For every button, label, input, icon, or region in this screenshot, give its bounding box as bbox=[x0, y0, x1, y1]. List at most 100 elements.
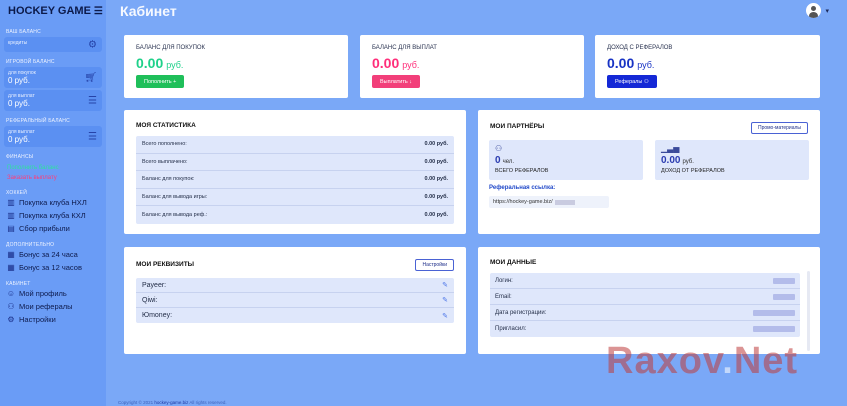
bar-chart-icon: ▁▃▅ bbox=[661, 144, 680, 153]
footer-rights: All rights reserved. bbox=[189, 400, 227, 405]
table-row: Qiwi: ✎ bbox=[136, 293, 454, 308]
balance-title: доход с рефералов bbox=[607, 45, 673, 51]
row-label: Дата регистрации: bbox=[495, 309, 547, 316]
watermark-part: . bbox=[722, 340, 734, 382]
top-bar: Кабинет ▾ bbox=[106, 0, 847, 24]
table-row: Пригласил: bbox=[490, 321, 800, 337]
ref-balance-value: 0 руб. bbox=[8, 135, 30, 144]
nav-item-bonus-12[interactable]: ▦ Бонус за 12 часов bbox=[0, 261, 106, 274]
gear-icon: ⚙ bbox=[88, 39, 97, 50]
redacted-mark bbox=[554, 199, 575, 205]
balance-currency: руб. bbox=[637, 60, 655, 70]
withdraw-button[interactable]: Выплатить ↓ bbox=[372, 75, 421, 88]
sidebar: HOCKEY GAME ☰ ваш баланс кредиты ⚙ игров… bbox=[0, 0, 106, 406]
database-icon: ☰ bbox=[88, 131, 97, 142]
balance-amount: 0.00 руб. bbox=[607, 55, 654, 71]
row-value: 0.00 руб. bbox=[424, 211, 448, 218]
referral-income-label: доход от рефералов bbox=[661, 168, 725, 174]
table-row: Payeer: ✎ bbox=[136, 278, 454, 293]
row-value: 0.00 руб. bbox=[424, 141, 448, 148]
nav-item-nhl[interactable]: ▥ Покупка клуба НХЛ bbox=[0, 196, 106, 209]
watermark-part: Net bbox=[733, 340, 799, 382]
topup-link[interactable]: Пополнить баланс bbox=[0, 163, 106, 173]
row-label: Qiwi: bbox=[142, 296, 158, 304]
table-row: Логин: bbox=[490, 273, 800, 289]
user-menu[interactable]: ▾ bbox=[806, 3, 829, 18]
section-title: мои данные bbox=[490, 259, 537, 266]
edit-icon[interactable]: ✎ bbox=[442, 296, 448, 304]
withdraw-balance-value: 0 руб. bbox=[8, 99, 30, 108]
section-title: моя статистика bbox=[136, 122, 196, 129]
user-icon: ☺ bbox=[6, 289, 16, 298]
nav-item-khl[interactable]: ▥ Покупка клуба КХЛ bbox=[0, 209, 106, 222]
settings-button[interactable]: Настройки bbox=[415, 259, 454, 271]
balance-card-buy: баланс для покупок 0.00 руб. Пополнить + bbox=[124, 35, 348, 98]
footer: Copyright © 2021 hockey-game.biz All rig… bbox=[118, 400, 227, 405]
topup-button[interactable]: Пополнить + bbox=[136, 75, 185, 88]
footer-site-link[interactable]: hockey-game.biz bbox=[154, 400, 188, 405]
redacted-mark bbox=[773, 293, 795, 300]
section-ref-balance: реферальный баланс bbox=[6, 118, 70, 124]
nav-item-label: Мой профиль bbox=[19, 289, 67, 298]
referral-count-label: всего рефералов bbox=[495, 168, 549, 174]
nav-item-label: Бонус за 12 часов bbox=[19, 263, 82, 272]
stats-card: моя статистика Всего пополнено: 0.00 руб… bbox=[124, 110, 466, 234]
row-value: 0.00 руб. bbox=[424, 193, 448, 200]
referral-link-field[interactable]: https://hockey-game.biz/ bbox=[489, 196, 609, 208]
footer-copyright: Copyright © 2021 bbox=[118, 400, 154, 405]
referral-count-box: ⚇ 0 чел. всего рефералов bbox=[489, 140, 643, 180]
referral-count: 0 чел. bbox=[495, 155, 514, 166]
edit-icon[interactable]: ✎ bbox=[442, 312, 448, 320]
row-label: Всего пополнено: bbox=[142, 141, 187, 148]
referral-income-value: 0.00 bbox=[661, 155, 681, 166]
nav-item-label: Бонус за 24 часа bbox=[19, 250, 78, 259]
nav-item-bonus-24[interactable]: ▦ Бонус за 24 часа bbox=[0, 248, 106, 261]
nav-item-referrals[interactable]: ⚇ Мои рефералы bbox=[0, 300, 106, 313]
requisites-card: мои реквизиты Настройки Payeer: ✎ Qiwi: … bbox=[124, 247, 466, 354]
table-row: Всего выплачено: 0.00 руб. bbox=[136, 154, 454, 171]
wallet-icon: ▤ bbox=[7, 224, 15, 233]
table-row: Баланс для вывода игры: 0.00 руб. bbox=[136, 189, 454, 206]
requisites-table: Payeer: ✎ Qiwi: ✎ Юmoney: ✎ bbox=[136, 278, 454, 323]
buy-balance-box: для покупок 0 руб. 🛒︎ bbox=[4, 67, 102, 88]
watermark: Raxov.Net bbox=[606, 340, 798, 383]
avatar-icon[interactable] bbox=[806, 3, 822, 18]
watermark-part: Raxov bbox=[606, 340, 723, 382]
partners-card: мои партнёры Промо-материалы ⚇ 0 чел. все… bbox=[478, 110, 820, 234]
menu-icon[interactable]: ☰ bbox=[94, 6, 103, 17]
section-game-balance: игровой баланс bbox=[6, 59, 55, 65]
nav-item-settings[interactable]: ⚙ Настройки bbox=[0, 313, 106, 326]
balance-amount-value: 0.00 bbox=[136, 55, 164, 71]
balance-amount: 0.00 руб. bbox=[372, 55, 419, 71]
row-label: Баланс для вывода реф.: bbox=[142, 211, 208, 218]
nav-item-profit[interactable]: ▤ Сбор прибыли bbox=[0, 222, 106, 235]
table-row: Юmoney: ✎ bbox=[136, 308, 454, 323]
row-value: 0.00 руб. bbox=[424, 158, 448, 165]
ref-balance-box: для выплат 0 руб. ☰ bbox=[4, 126, 102, 147]
payout-link[interactable]: Заказать выплату bbox=[0, 173, 106, 183]
logo[interactable]: HOCKEY GAME ☰ bbox=[0, 0, 106, 22]
section-title: мои партнёры bbox=[490, 123, 545, 130]
section-title: мои реквизиты bbox=[136, 261, 195, 268]
nav-item-label: Покупка клуба КХЛ bbox=[19, 211, 86, 220]
scrollbar[interactable] bbox=[807, 271, 810, 351]
promo-button[interactable]: Промо-материалы bbox=[750, 122, 808, 134]
balance-card-referral: доход с рефералов 0.00 руб. Рефералы ⚇ bbox=[595, 35, 820, 98]
edit-icon[interactable]: ✎ bbox=[442, 281, 448, 289]
referral-link-text: https://hockey-game.biz/ bbox=[493, 199, 553, 205]
referral-count-unit: чел. bbox=[502, 159, 514, 165]
row-label: Payeer: bbox=[142, 281, 167, 289]
row-label: Логин: bbox=[495, 277, 513, 284]
building-icon: ▥ bbox=[7, 198, 15, 207]
nav-item-profile[interactable]: ☺ Мой профиль bbox=[0, 287, 106, 300]
withdraw-balance-box: для выплат 0 руб. ☰ bbox=[4, 90, 102, 111]
referrals-button[interactable]: Рефералы ⚇ bbox=[607, 75, 657, 88]
nav-item-label: Покупка клуба НХЛ bbox=[19, 198, 87, 207]
my-data-table: Логин: Email: Дата регистрации: Пригласи… bbox=[490, 273, 800, 337]
credits-label: кредиты bbox=[8, 40, 28, 46]
cart-icon: 🛒︎ bbox=[84, 72, 97, 83]
gift-icon: ▦ bbox=[7, 250, 15, 259]
chevron-down-icon[interactable]: ▾ bbox=[825, 7, 829, 15]
referral-income: 0.00 руб. bbox=[661, 155, 694, 166]
section-finance: финансы bbox=[6, 154, 34, 160]
